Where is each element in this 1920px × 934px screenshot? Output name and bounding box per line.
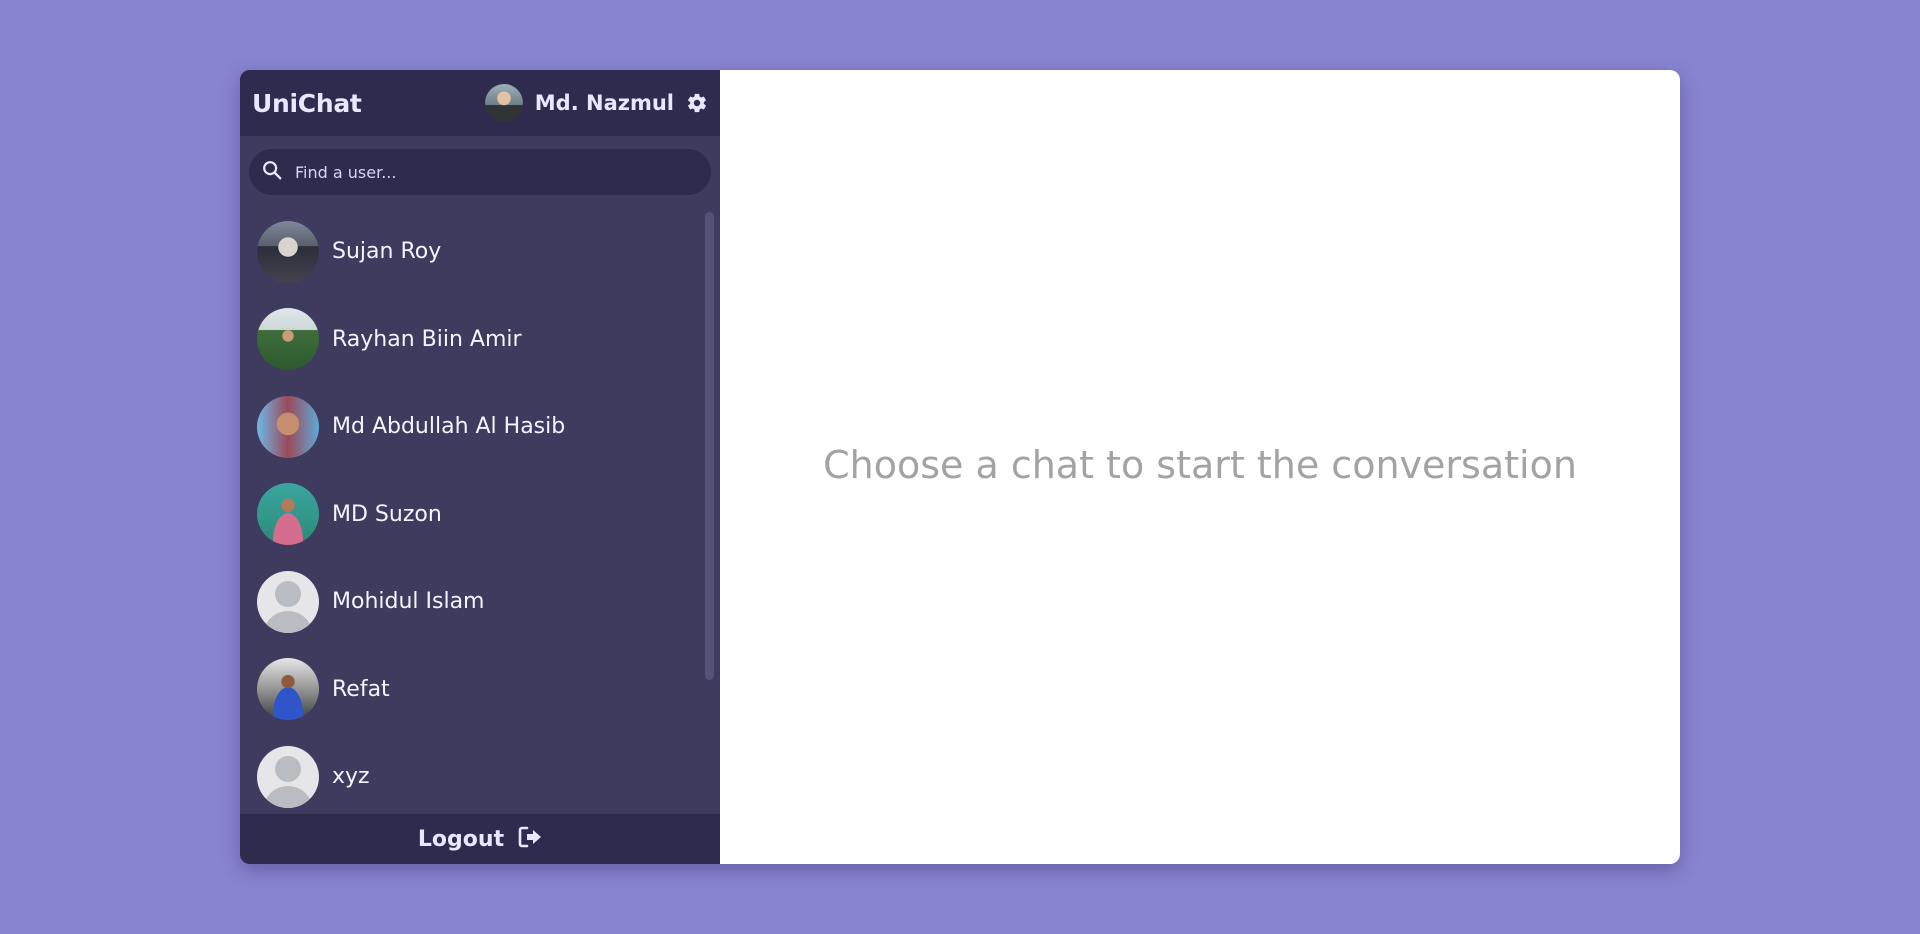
sidebar: UniChat Md. Nazmul Find a user... Sujan … [240, 70, 720, 864]
chat-list: Sujan Roy Rayhan Biin Amir Md Abdullah A… [240, 208, 720, 814]
search-input[interactable] [293, 161, 699, 183]
gear-icon[interactable] [686, 92, 708, 114]
chat-list-item[interactable]: Rayhan Biin Amir [240, 296, 720, 384]
user-avatar [257, 308, 319, 371]
chat-user-name: xyz [332, 764, 370, 790]
app-logo: UniChat [252, 88, 362, 118]
chat-user-name: Sujan Roy [332, 239, 442, 265]
chat-user-name: Rayhan Biin Amir [332, 326, 522, 352]
chat-list-item[interactable]: Mohidul Islam [240, 558, 720, 646]
logout-label: Logout [417, 826, 505, 852]
empty-chat-message: Choose a chat to start the conversation [823, 443, 1577, 487]
search-bar[interactable] [249, 149, 711, 195]
sidebar-navbar: UniChat Md. Nazmul [240, 70, 720, 136]
search-icon [261, 159, 283, 185]
logout-button[interactable]: Logout [240, 814, 720, 864]
chat-user-name: MD Suzon [332, 501, 442, 527]
chat-panel: Choose a chat to start the conversation [720, 70, 1680, 864]
user-avatar [257, 395, 319, 458]
user-avatar [257, 483, 319, 546]
current-user-avatar [484, 84, 523, 122]
chat-app-window: UniChat Md. Nazmul Find a user... Sujan … [240, 70, 1680, 864]
default-user-icon [257, 745, 319, 808]
chat-list-item[interactable]: xyz [240, 733, 720, 814]
user-avatar [257, 220, 319, 283]
current-user-name: Md. Nazmul [534, 91, 674, 115]
chat-list-item[interactable]: Refat [240, 646, 720, 734]
current-user: Md. Nazmul [484, 84, 708, 122]
chat-user-name: Refat [332, 676, 390, 702]
chat-list-scrollbar[interactable] [705, 212, 714, 680]
chat-list-item[interactable]: Sujan Roy [240, 208, 720, 296]
chat-user-name: Md Abdullah Al Hasib [332, 414, 566, 440]
user-avatar [257, 658, 319, 721]
chat-list-item[interactable]: Md Abdullah Al Hasib [240, 383, 720, 471]
default-user-icon [257, 570, 319, 633]
sign-out-icon [518, 826, 542, 852]
chat-list-item[interactable]: MD Suzon [240, 471, 720, 559]
search-container [240, 136, 720, 208]
chat-user-name: Mohidul Islam [332, 589, 485, 615]
